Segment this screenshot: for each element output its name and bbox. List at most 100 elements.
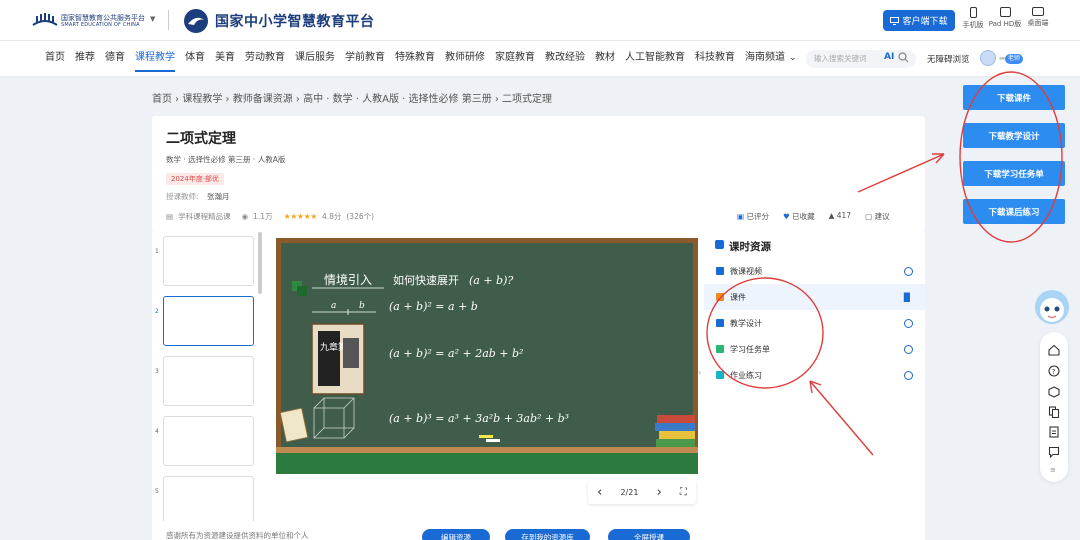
nav-item[interactable]: 德育 [105,40,125,76]
thanks-note: 感谢所有为资源建设提供资料的单位和个人 [166,531,309,540]
help-icon[interactable]: ? [1048,365,1060,377]
like-count: 417 [836,211,852,220]
more-icon[interactable]: ≡ [1050,466,1056,474]
edit-resource-label: 编辑资源 [441,532,471,540]
edit-resource-button[interactable]: 编辑资源 [422,529,490,540]
like-button[interactable]: ▲ 417 [829,211,852,222]
avatar[interactable] [980,50,996,66]
panel-expand-chevron-icon[interactable]: › [698,368,701,377]
rating-count: (326个) [346,212,375,221]
nav-item[interactable]: 教材 [595,40,615,76]
slide-canvas[interactable]: 情境引入 如何快速展开 (a + b)? a b 九章算术 (a + b)² =… [276,238,698,474]
nav-item[interactable]: 学前教育 [345,40,385,76]
resource-item[interactable]: 教学设计 [704,310,925,336]
brand-title[interactable]: 国家中小学智慧教育平台 [215,11,375,31]
thumbnail-scrollbar[interactable] [258,232,262,294]
accessibility-link[interactable]: 无障碍浏览 [927,53,970,65]
document-icon[interactable] [1048,426,1060,438]
platform-logo-icon[interactable] [32,11,58,29]
save-to-library-label: 存到我的资源库 [521,532,574,540]
slide-thumbnail[interactable] [163,476,254,526]
slide-thumbnail[interactable] [163,356,254,406]
lesson-actions: ▣ 已评分 ♥ 已收藏 ▲ 417 ▢ 建议 [737,211,890,222]
nav-item[interactable]: 首页 [45,40,65,76]
assistant-mascot-icon[interactable] [1032,287,1072,329]
segment-a-label: a [331,301,336,311]
open-resource-icon[interactable] [904,318,913,328]
views-icon: ◉ [241,212,249,221]
slide-thumbnail[interactable] [163,236,254,286]
nav-item[interactable]: 劳动教育 [245,40,285,76]
resource-label: 作业练习 [730,370,762,380]
cube-icon[interactable] [1048,386,1060,398]
thumb-number: 5 [155,488,159,495]
save-to-library-button[interactable]: 存到我的资源库 [505,529,590,540]
lesson-stats: ▤ 学科课程精品课 ◉ 1.1万 ★★★★★ 4.8分 (326个) [166,211,374,222]
resource-item[interactable]: 课件 ▐▌ [704,284,925,310]
next-slide-icon[interactable]: › [657,485,662,500]
rating-stars-icon: ★★★★★ [283,212,318,221]
nav-item[interactable]: 体育 [185,40,205,76]
resource-type-icon [716,319,724,327]
svg-text:?: ? [1052,368,1056,376]
device-phone[interactable]: 手机版 [955,7,991,30]
resource-item[interactable]: 作业练习 [704,362,925,388]
nav-item[interactable]: 海南频道 [745,40,785,76]
copy-icon[interactable] [1048,406,1060,418]
nav-item[interactable]: 教改经验 [545,40,585,76]
nav-item[interactable]: 推荐 [75,40,95,76]
resource-item[interactable]: 学习任务单 [704,336,925,362]
search-icon[interactable] [898,52,909,63]
bar-chart-icon[interactable]: ▐▌ [901,293,913,302]
prev-slide-icon[interactable]: ‹ [597,485,602,500]
nav-item[interactable]: 科技教育 [695,40,735,76]
ai-search-icon[interactable]: AI [884,52,894,62]
device-phone-label: 手机版 [962,21,984,29]
feedback-icon[interactable] [1048,446,1060,458]
download-homework-button[interactable]: 下载课后练习 [963,199,1065,224]
nav-item[interactable]: 美育 [215,40,235,76]
category-icon: ▤ [166,212,174,221]
device-pad[interactable]: Pad HD版 [987,7,1023,29]
download-courseware-button[interactable]: 下载课件 [963,85,1065,110]
device-desktop[interactable]: 桌面端 [1020,7,1056,28]
slide-controls: ‹ 2/21 › ⛶ [588,480,696,504]
favorite-button[interactable]: ♥ 已收藏 [783,211,815,222]
slide-thumbnail-selected[interactable] [163,296,254,346]
suggest-button[interactable]: ▢ 建议 [865,211,889,222]
thumb-number: 2 [155,308,159,315]
nav-item[interactable]: 家庭教育 [495,40,535,76]
resource-label: 课件 [730,292,746,302]
slide-thumbnail[interactable] [163,416,254,466]
nav-item[interactable]: 教师研修 [445,40,485,76]
download-lesson-design-button[interactable]: 下载教学设计 [963,123,1065,148]
breadcrumb[interactable]: 首页 › 课程教学 › 教师备课资源 › 高中 · 数学 · 人教A版 · 选择… [152,90,552,105]
segment-b-label: b [359,301,365,311]
slide-question: 如何快速展开 [393,273,459,287]
open-resource-icon[interactable] [904,344,913,354]
nav-item[interactable]: 课程教学 [135,40,175,76]
open-resource-icon[interactable] [904,266,913,276]
open-resource-icon[interactable] [904,370,913,380]
resource-item[interactable]: 微课视频 [704,258,925,284]
thumb-number: 3 [155,368,159,375]
home-icon[interactable] [1048,344,1060,356]
teacher-badge: 老师 [1005,54,1023,64]
nav-item[interactable]: 人工智能教育 [625,40,685,76]
brand-logo-icon[interactable] [181,8,211,34]
book-stack-image [655,415,695,447]
nav-more-chevron-icon[interactable]: ⌄ [789,53,797,63]
download-task-sheet-button[interactable]: 下载学习任务单 [963,161,1065,186]
equation-3: (a + b)³ = a³ + 3a²b + 3ab² + b³ [389,412,569,425]
nav-item[interactable]: 特殊教育 [395,40,435,76]
client-download-button[interactable]: 客户端下载 [883,10,955,31]
fullscreen-teach-button[interactable]: 全屏授课 [608,529,690,540]
rated-button[interactable]: ▣ 已评分 [737,211,769,222]
platform-switch-caret-icon[interactable]: ▼ [150,15,155,23]
nav-item[interactable]: 课后服务 [295,40,335,76]
thumb-number: 4 [155,428,159,435]
download-lesson-design-label: 下载教学设计 [988,131,1040,142]
resource-type-icon [716,293,724,301]
fullscreen-icon[interactable]: ⛶ [680,487,687,498]
fullscreen-teach-label: 全屏授课 [634,532,664,540]
